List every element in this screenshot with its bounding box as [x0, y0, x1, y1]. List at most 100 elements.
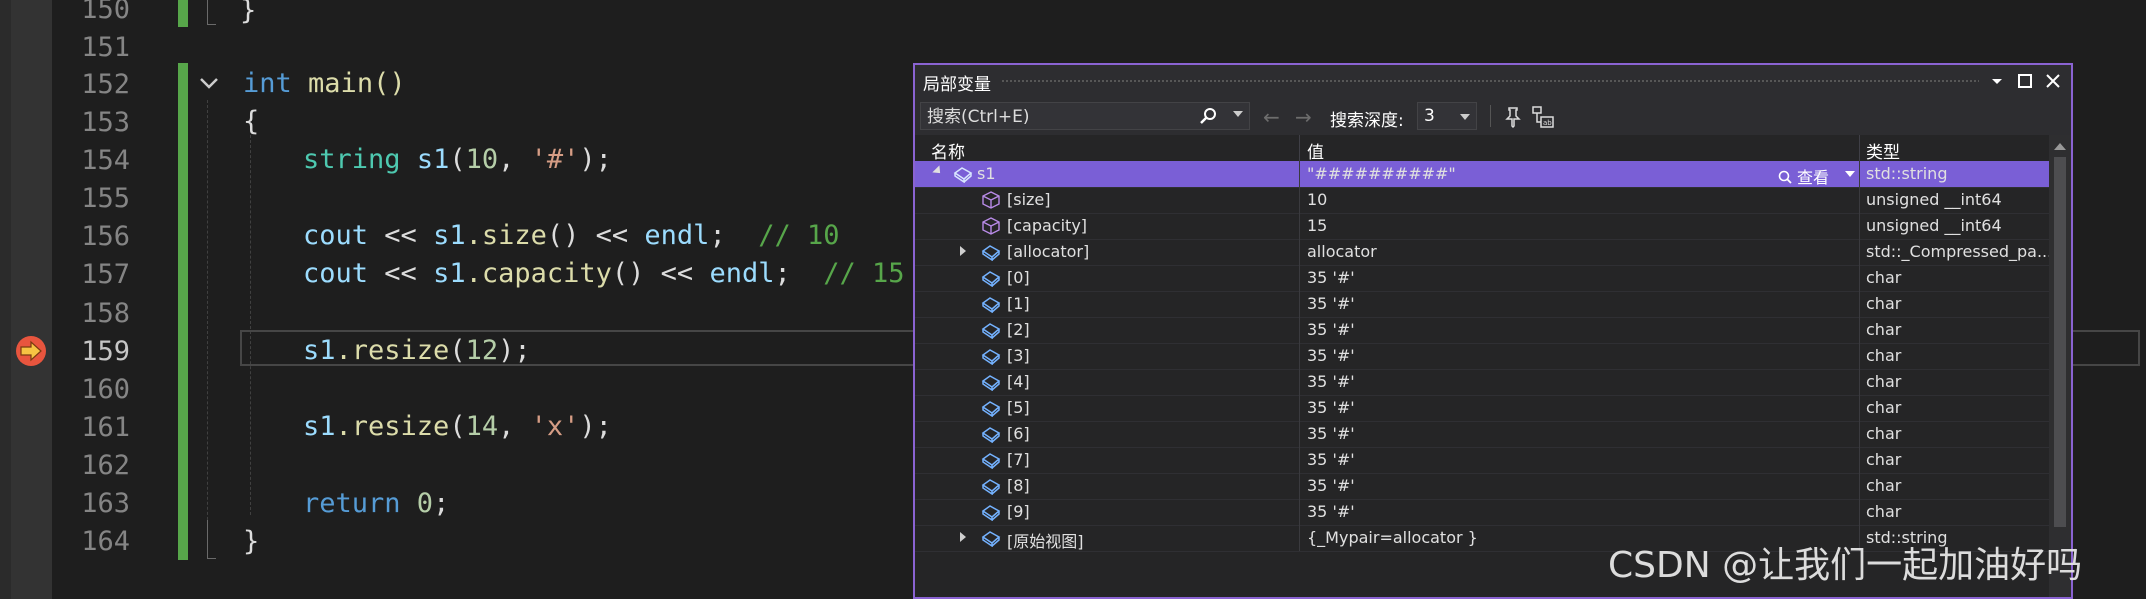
search-box[interactable]	[920, 102, 1250, 131]
view-tree-icon[interactable]: ab	[1531, 105, 1555, 129]
row-value[interactable]: 35 '#'	[1307, 294, 1747, 313]
locals-row[interactable]: [3] 35 '#' char	[915, 343, 2050, 370]
number-literal: 10	[465, 144, 499, 175]
cout: cout	[303, 258, 369, 289]
glyph-margin[interactable]	[11, 0, 52, 599]
code-line-153[interactable]: {	[243, 103, 259, 141]
close-brace: }	[243, 526, 260, 557]
row-value[interactable]: 35 '#'	[1307, 450, 1747, 469]
column-header-name[interactable]: 名称	[931, 138, 965, 163]
column-divider[interactable]	[1859, 135, 1860, 161]
breakpoint-current-statement-icon[interactable]	[14, 334, 48, 368]
row-value[interactable]: 35 '#'	[1307, 372, 1747, 391]
toolbar-separator	[1490, 105, 1491, 127]
column-header-value[interactable]: 值	[1307, 138, 1324, 163]
search-depth-select[interactable]: 3	[1417, 102, 1477, 130]
paren: (	[449, 144, 466, 175]
row-type: std::string	[1866, 164, 1948, 183]
locals-title-bar[interactable]: 局部变量	[915, 65, 2071, 97]
locals-window[interactable]: 局部变量 ← → 搜索深度: 3	[913, 63, 2073, 599]
chevron-down-icon[interactable]	[1845, 171, 1855, 177]
code-line-164[interactable]: }	[243, 523, 259, 561]
scroll-up-arrow-icon[interactable]	[2054, 143, 2066, 150]
drag-grip[interactable]	[1001, 79, 1979, 84]
code-line-159[interactable]: s1.resize(12);	[303, 332, 531, 370]
row-value[interactable]: 35 '#'	[1307, 424, 1747, 443]
scroll-thumb[interactable]	[2054, 157, 2066, 527]
line-number: 159	[81, 336, 130, 367]
locals-row[interactable]: [4] 35 '#' char	[915, 369, 2050, 396]
cell-divider	[1859, 369, 1860, 395]
number-literal: 0	[400, 488, 434, 519]
row-value[interactable]: allocator	[1307, 242, 1747, 261]
row-value[interactable]: 35 '#'	[1307, 268, 1747, 287]
row-type: char	[1866, 450, 1902, 469]
locals-row[interactable]: [8] 35 '#' char	[915, 473, 2050, 500]
row-name: [8]	[1007, 476, 1030, 495]
column-header-type[interactable]: 类型	[1866, 138, 1900, 163]
code-line-157[interactable]: cout << s1.capacity() << endl; // 15	[303, 255, 905, 293]
row-value[interactable]: 15	[1307, 216, 1747, 235]
back-arrow-icon[interactable]: ←	[1263, 105, 1280, 129]
grid-header: 名称 值 类型	[915, 135, 2050, 163]
row-name: [原始视图]	[1007, 532, 1084, 551]
code-line-156[interactable]: cout << s1.size() << endl; // 10	[303, 217, 840, 255]
line-number: 156	[81, 221, 130, 252]
search-options-dropdown[interactable]	[1233, 111, 1243, 117]
char-literal: 'x'	[530, 411, 580, 442]
code-line-150[interactable]: }	[240, 0, 256, 30]
forward-arrow-icon[interactable]: →	[1295, 105, 1312, 129]
code-line-152[interactable]: int main()	[243, 65, 406, 103]
dropdown-arrow-icon	[1992, 79, 2002, 84]
locals-row[interactable]: [size] 10 unsigned __int64	[915, 187, 2050, 214]
locals-row[interactable]: [9] 35 '#' char	[915, 499, 2050, 526]
object-icon	[981, 297, 1001, 313]
locals-row[interactable]: [0] 35 '#' char	[915, 265, 2050, 292]
search-input[interactable]	[921, 103, 1199, 131]
code-line-163[interactable]: return 0;	[303, 485, 449, 523]
search-icon[interactable]	[1199, 106, 1219, 126]
row-value[interactable]: 35 '#'	[1307, 320, 1747, 339]
locals-row[interactable]: s1 "##########" 查看 std::string	[915, 161, 2050, 188]
locals-row[interactable]: [5] 35 '#' char	[915, 395, 2050, 422]
stream-op: <<	[368, 220, 434, 251]
locals-row[interactable]: [2] 35 '#' char	[915, 317, 2050, 344]
close-button[interactable]	[2041, 69, 2065, 93]
line-number: 153	[81, 107, 130, 138]
cell-divider	[1299, 473, 1300, 499]
paren: (	[449, 335, 466, 366]
locals-row[interactable]: [6] 35 '#' char	[915, 421, 2050, 448]
chevron-down-icon[interactable]	[196, 70, 222, 96]
svg-text:ab: ab	[1543, 119, 1552, 127]
window-menu-button[interactable]	[1985, 69, 2009, 93]
locals-row[interactable]: [capacity] 15 unsigned __int64	[915, 213, 2050, 240]
locals-row[interactable]: [7] 35 '#' char	[915, 447, 2050, 474]
row-name: [3]	[1007, 346, 1030, 365]
pin-icon[interactable]	[1501, 105, 1525, 129]
cell-divider	[1299, 447, 1300, 473]
code-line-161[interactable]: s1.resize(14, 'x');	[303, 408, 612, 446]
text-visualizer-button[interactable]: 查看	[1777, 164, 1829, 188]
expand-right-icon[interactable]	[960, 246, 966, 256]
row-value[interactable]: 35 '#'	[1307, 476, 1747, 495]
locals-row[interactable]: [1] 35 '#' char	[915, 291, 2050, 318]
cout: cout	[303, 220, 369, 251]
cell-divider	[1859, 317, 1860, 343]
line-number: 158	[81, 298, 130, 329]
object-icon	[953, 167, 973, 183]
locals-row[interactable]: [allocator] allocator std::_Compressed_pa.…	[915, 239, 2050, 266]
vertical-scrollbar[interactable]	[2049, 135, 2071, 597]
code-line-154[interactable]: string s1(10, '#');	[303, 141, 612, 179]
row-value[interactable]: 35 '#'	[1307, 346, 1747, 365]
magnifier-icon	[1778, 170, 1792, 184]
keyword-int: int	[243, 68, 292, 99]
expand-right-icon[interactable]	[960, 532, 966, 542]
column-divider[interactable]	[1299, 135, 1300, 161]
expand-down-icon[interactable]	[932, 165, 944, 177]
row-value[interactable]: 10	[1307, 190, 1747, 209]
scope-bracket	[207, 0, 216, 25]
maximize-button[interactable]	[2013, 69, 2037, 93]
row-value[interactable]: "##########"	[1307, 164, 1747, 183]
row-value[interactable]: 35 '#'	[1307, 502, 1747, 521]
row-value[interactable]: 35 '#'	[1307, 398, 1747, 417]
